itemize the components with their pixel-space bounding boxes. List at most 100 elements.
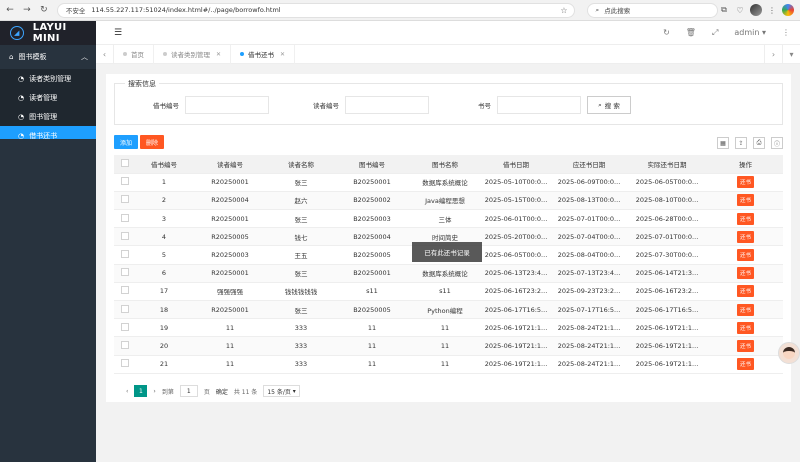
table-row: 6 R20250001 张三 B20250001 数据库系统概论 2025-06-13T2…	[114, 264, 783, 283]
book-id-input[interactable]	[497, 96, 581, 114]
close-icon[interactable]: ✕	[280, 51, 285, 58]
return-book-button[interactable]: 还书	[736, 285, 754, 298]
return-book-button[interactable]: 还书	[736, 249, 754, 262]
export-icon[interactable]: ⇪	[735, 137, 747, 149]
sidebar-item-label: 图书管理	[29, 112, 58, 121]
refresh-icon[interactable]: ↻	[663, 28, 670, 37]
page-size-value: 15 条/页	[267, 388, 291, 396]
row-checkbox[interactable]	[114, 355, 136, 374]
row-checkbox[interactable]	[114, 336, 136, 356]
field-label: 读者编号	[313, 102, 339, 110]
table-cell: B20250005	[334, 300, 410, 320]
sidebar-item-books[interactable]: ◔ 图书管理	[0, 107, 96, 126]
row-checkbox[interactable]	[114, 173, 136, 192]
table-cell: R20250005	[192, 227, 268, 247]
sidebar-item-reader-category[interactable]: ◔ 读者类别管理	[0, 69, 96, 88]
tab-reader-category[interactable]: 读者类别管理 ✕	[154, 44, 232, 64]
return-book-button[interactable]: 还书	[736, 303, 754, 316]
row-checkbox[interactable]	[114, 264, 136, 283]
close-icon[interactable]: ✕	[216, 51, 221, 58]
select-all-checkbox[interactable]	[114, 155, 136, 174]
table-cell: 钱钱钱钱钱	[268, 282, 334, 302]
table-cell: 2025-06-05T00:0...	[480, 245, 552, 265]
browser-search-box[interactable]: ⌕ 点此搜索	[586, 2, 718, 18]
action-cell: 还书	[708, 282, 783, 302]
prev-page-icon[interactable]: ‹	[126, 388, 128, 395]
delete-button[interactable]: 删除	[140, 135, 165, 149]
table-cell: 18	[136, 300, 192, 320]
row-checkbox[interactable]	[114, 282, 136, 302]
column-header: 读者名称	[268, 155, 334, 174]
row-checkbox[interactable]	[114, 300, 136, 320]
next-page-icon[interactable]: ›	[153, 388, 155, 395]
table-row: 17 强强强强 钱钱钱钱钱 s11 s11 2025-06-16T23:2... 2025-…	[114, 282, 783, 302]
print-icon[interactable]: ⎙	[753, 137, 765, 149]
tabs-menu-icon[interactable]: ▾	[782, 44, 800, 64]
menu-group-books[interactable]: ⌂ 图书模板 ︿	[0, 45, 96, 69]
more-icon[interactable]: ⋮	[782, 28, 790, 37]
menu-toggle-icon[interactable]: ☰	[114, 28, 122, 38]
table-cell: 17	[136, 282, 192, 302]
sidebar-item-readers[interactable]: ◔ 读者管理	[0, 88, 96, 107]
info-icon[interactable]: ⓘ	[771, 137, 783, 149]
user-menu[interactable]: admin ▾	[734, 28, 766, 37]
action-cell: 还书	[708, 245, 783, 265]
row-checkbox[interactable]	[114, 318, 136, 338]
action-cell: 还书	[708, 318, 783, 338]
action-cell: 还书	[708, 336, 783, 356]
current-page[interactable]: 1	[134, 385, 148, 397]
page-size-select[interactable]: 15 条/页 ▾	[263, 385, 300, 397]
row-checkbox[interactable]	[114, 209, 136, 229]
app-logo[interactable]: ◢ LAYUI MINI	[0, 21, 96, 45]
return-book-button[interactable]: 还书	[736, 339, 754, 352]
return-book-button[interactable]: 还书	[736, 194, 754, 207]
return-book-button[interactable]: 还书	[736, 230, 754, 243]
toast-message: 已有此还书记录	[412, 242, 482, 262]
tabs-scroll-right-icon[interactable]: ›	[764, 44, 782, 64]
return-book-button[interactable]: 还书	[736, 176, 754, 189]
table-cell: 2025-06-19T21:1...	[480, 318, 552, 338]
floating-assistant-avatar[interactable]	[778, 342, 800, 364]
action-cell: 还书	[708, 227, 783, 247]
row-checkbox[interactable]	[114, 227, 136, 247]
tab-home[interactable]: 首页	[114, 44, 154, 64]
reload-icon[interactable]: ↻	[37, 3, 51, 17]
extensions-icon[interactable]: ⧉	[718, 4, 730, 16]
table-cell: 2025-08-04T00:0...	[552, 245, 626, 265]
goto-page-input[interactable]: 1	[179, 385, 198, 397]
reader-id-input[interactable]	[345, 96, 429, 114]
return-book-button[interactable]: 还书	[736, 267, 754, 280]
table-cell: 3	[136, 209, 192, 229]
search-button[interactable]: ⌕ 搜 索	[587, 96, 631, 114]
clear-cache-icon[interactable]: 🗑	[686, 28, 696, 37]
table-cell: 2025-07-17T16:5...	[552, 300, 626, 320]
table-cell: 2025-07-04T00:0...	[552, 227, 626, 247]
return-book-button[interactable]: 还书	[736, 358, 754, 371]
table-cell: 11	[192, 336, 268, 356]
address-bar[interactable]: 不安全 114.55.227.117:51024/index.html#/../…	[56, 2, 575, 18]
row-checkbox[interactable]	[114, 245, 136, 265]
columns-filter-icon[interactable]: ▦	[717, 137, 729, 149]
return-book-button[interactable]: 还书	[736, 321, 754, 334]
borrow-id-input[interactable]	[185, 96, 269, 114]
favorites-icon[interactable]: ♡	[734, 4, 746, 16]
table-cell: 11	[410, 318, 480, 338]
tabs-scroll-left-icon[interactable]: ‹	[96, 44, 114, 64]
more-icon[interactable]: ⋮	[766, 4, 778, 16]
assistant-icon[interactable]	[782, 4, 794, 16]
fullscreen-icon[interactable]: ⤢	[712, 28, 718, 38]
table-cell: 张三	[268, 264, 334, 283]
tab-borrow-return[interactable]: 借书还书 ✕	[231, 44, 296, 64]
return-book-button[interactable]: 还书	[736, 212, 754, 225]
profile-avatar[interactable]	[750, 4, 762, 16]
bookmark-star-icon[interactable]: ☆	[560, 6, 567, 15]
tachometer-icon: ◔	[18, 93, 25, 102]
goto-confirm-button[interactable]: 确定	[216, 387, 228, 396]
table-row: 3 R20250001 张三 B20250003 三体 2025-06-01T00:0..…	[114, 209, 783, 229]
table-cell: 2025-06-05T00:0...	[626, 173, 708, 192]
forward-icon[interactable]: →	[20, 3, 34, 17]
add-button[interactable]: 添加	[114, 135, 139, 149]
table-cell: 20	[136, 336, 192, 356]
row-checkbox[interactable]	[114, 191, 136, 211]
back-icon[interactable]: ←	[3, 3, 17, 17]
